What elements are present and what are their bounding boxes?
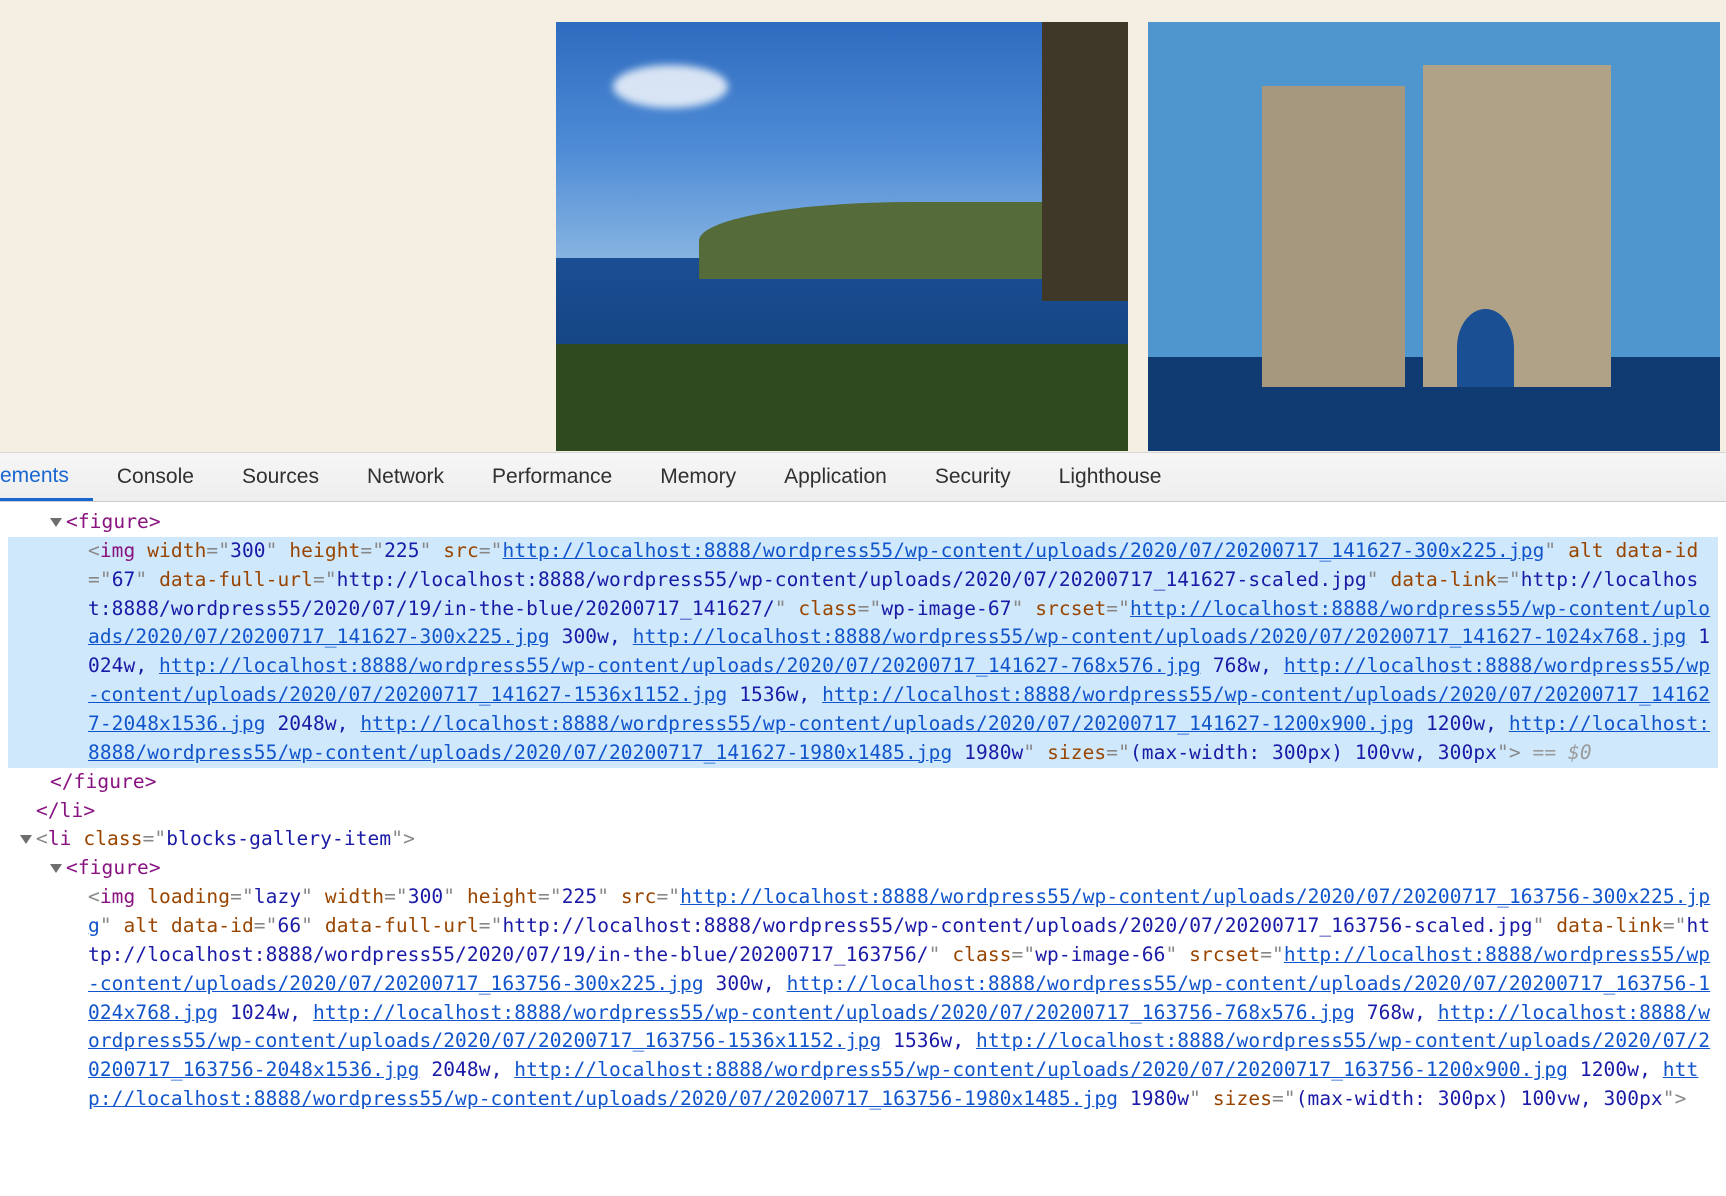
tab-application[interactable]: Application	[760, 453, 911, 501]
dom-li-open[interactable]: <li class="blocks-gallery-item">	[8, 825, 1718, 854]
tab-security[interactable]: Security	[911, 453, 1035, 501]
devtools-tabbar: ements Console Sources Network Performan…	[0, 452, 1726, 502]
tab-lighthouse[interactable]: Lighthouse	[1035, 453, 1186, 501]
tab-memory[interactable]: Memory	[636, 453, 760, 501]
tab-sources[interactable]: Sources	[218, 453, 343, 501]
gallery-image-1[interactable]	[556, 22, 1128, 451]
selected-node-hint: == $0	[1533, 741, 1592, 764]
dom-tree-pane[interactable]: <figure> <img width="300" height="225" s…	[0, 502, 1726, 1114]
gallery-image-2[interactable]	[1148, 22, 1720, 451]
disclosure-down-icon[interactable]	[20, 835, 32, 844]
dom-img-node-1-selected[interactable]: <img width="300" height="225" src="http:…	[8, 537, 1718, 768]
dom-img-node-2[interactable]: <img loading="lazy" width="300" height="…	[8, 883, 1718, 1114]
tab-performance[interactable]: Performance	[468, 453, 636, 501]
image-gallery	[556, 22, 1720, 451]
dom-li-close[interactable]: </li>	[8, 797, 1718, 826]
rendered-page-pane	[0, 0, 1726, 452]
disclosure-down-icon[interactable]	[50, 518, 62, 527]
dom-figure-close[interactable]: </figure>	[8, 768, 1718, 797]
disclosure-down-icon[interactable]	[50, 864, 62, 873]
src-link[interactable]: http://localhost:8888/wordpress55/wp-con…	[503, 539, 1545, 562]
tab-network[interactable]: Network	[343, 453, 468, 501]
tab-elements[interactable]: ements	[0, 453, 93, 501]
dom-figure-open[interactable]: <figure>	[8, 508, 1718, 537]
dom-figure-open-2[interactable]: <figure>	[8, 854, 1718, 883]
tab-console[interactable]: Console	[93, 453, 218, 501]
